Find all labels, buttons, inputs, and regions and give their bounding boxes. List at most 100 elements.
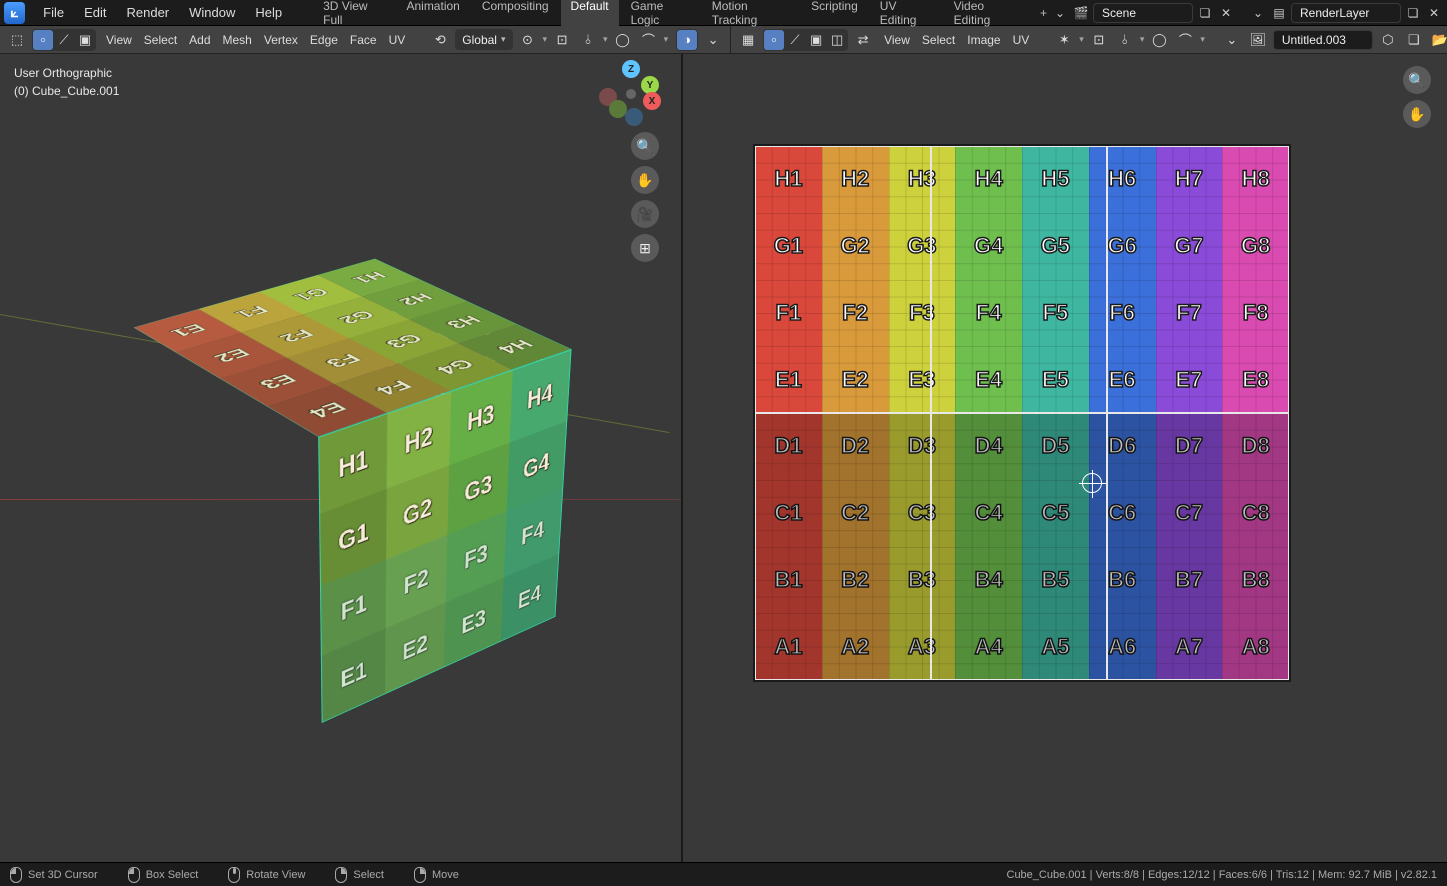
image-icon: 🖼: [1247, 29, 1269, 51]
pivot-icon[interactable]: ⊙: [517, 29, 539, 51]
menu-render[interactable]: Render: [116, 2, 179, 23]
uv-menu-view[interactable]: View: [878, 31, 916, 49]
tool-header-row: ⬚ ▫ ⟋ ▣ ViewSelectAddMeshVertexEdgeFaceU…: [0, 26, 1447, 54]
uv-cell: C3: [889, 480, 956, 547]
uv-cell: E1: [755, 346, 822, 413]
snap-icon[interactable]: ⊡: [551, 29, 573, 51]
layer-delete-icon[interactable]: ✕: [1425, 4, 1443, 22]
menu-help[interactable]: Help: [245, 2, 292, 23]
vp-menu-vertex[interactable]: Vertex: [258, 31, 304, 49]
image-browse-icon[interactable]: ⌄: [1221, 29, 1243, 51]
layer-new-icon[interactable]: ❏: [1404, 4, 1422, 22]
vp-menu-add[interactable]: Add: [183, 31, 216, 49]
scene-new-icon[interactable]: ❏: [1196, 4, 1214, 22]
mode-select-cluster[interactable]: ▫ ⟋ ▣: [32, 29, 96, 51]
uv-face-mode-icon[interactable]: ▣: [806, 30, 826, 50]
uv-editor-header: ▦ ▫ ⟋ ▣ ◫ ⇄ ViewSelectImageUV ✶▾ ⊡ ⫰▾ ◯ …: [731, 26, 1447, 53]
uv-editor-type-icon[interactable]: ▦: [737, 29, 759, 51]
blender-logo-icon[interactable]: ⟀: [4, 2, 25, 24]
viewport-projection-label: User Orthographic: [14, 64, 119, 82]
proportional-falloff-icon[interactable]: ⌒: [638, 29, 660, 51]
uv-snap-icon[interactable]: ⊡: [1088, 29, 1110, 51]
uv-sync-icon[interactable]: ⇄: [852, 29, 874, 51]
edge-mode-icon[interactable]: ⟋: [54, 30, 74, 50]
uv-cell: G7: [1156, 213, 1223, 280]
mouse-icon: [128, 867, 140, 883]
uv-pan-button[interactable]: ✋: [1403, 100, 1431, 128]
face-mode-icon[interactable]: ▣: [75, 30, 95, 50]
uv-cell: H6: [1089, 146, 1156, 213]
gizmo-z-axis[interactable]: Z: [622, 60, 640, 78]
uv-texture-grid[interactable]: H1H2H3H4H5H6H7H8G1G2G3G4G5G6G7G8F1F2F3F4…: [753, 144, 1291, 682]
vertex-mode-icon[interactable]: ▫: [33, 30, 53, 50]
uv-cell: B3: [889, 547, 956, 614]
proportional-icon[interactable]: ◯: [612, 29, 634, 51]
uv-menu-select[interactable]: Select: [916, 31, 961, 49]
mouse-icon: [10, 867, 22, 883]
vp-menu-edge[interactable]: Edge: [304, 31, 344, 49]
gizmo-x-axis[interactable]: X: [643, 92, 661, 110]
image-pin-icon[interactable]: ⬡: [1377, 29, 1399, 51]
image-name-field[interactable]: [1273, 30, 1373, 50]
uv-cell: B7: [1156, 547, 1223, 614]
render-layer-field[interactable]: [1291, 3, 1401, 23]
overlay-toggle-icon[interactable]: ◑: [677, 30, 697, 50]
uv-float-buttons: 🔍 ✋: [1403, 66, 1431, 128]
menu-file[interactable]: File: [33, 2, 74, 23]
mouse-icon: [414, 867, 426, 883]
uv-cursor-icon[interactable]: [1082, 473, 1102, 493]
scene-name-field[interactable]: [1093, 3, 1193, 23]
uv-snap-target-icon[interactable]: ⫰: [1114, 29, 1136, 51]
transform-orientation-dropdown[interactable]: Global▾: [455, 29, 512, 50]
uv-editor[interactable]: 🔍 ✋ H1H2H3H4H5H6H7H8G1G2G3G4G5G6G7G8F1F2…: [683, 54, 1447, 862]
snap-target-icon[interactable]: ⫰: [577, 29, 599, 51]
uv-vert-mode-icon[interactable]: ▫: [764, 30, 784, 50]
vp-menu-face[interactable]: Face: [344, 31, 383, 49]
gizmo-neg-z[interactable]: [625, 108, 643, 126]
uv-menu-image[interactable]: Image: [961, 31, 1006, 49]
uv-cell: A5: [1022, 613, 1089, 680]
uv-edge-mode-icon[interactable]: ⟋: [785, 30, 805, 50]
uv-cell: B2: [822, 547, 889, 614]
vp-menu-view[interactable]: View: [100, 31, 138, 49]
uv-cell: C1: [755, 480, 822, 547]
uv-cell: B1: [755, 547, 822, 614]
image-open-icon[interactable]: 📂: [1429, 29, 1447, 51]
uv-cell: H2: [822, 146, 889, 213]
cube-object[interactable]: E1F1G1H1E2F2G2H2E3F3G3H3E4F4G4H4 H1H2H3H…: [80, 176, 640, 776]
uv-island-mode-icon[interactable]: ◫: [827, 30, 847, 50]
vp-menu-uv[interactable]: UV: [383, 31, 412, 49]
uv-pivot-icon[interactable]: ✶: [1053, 29, 1075, 51]
mouse-icon: [335, 867, 347, 883]
uv-cell: G3: [889, 213, 956, 280]
add-workspace-button[interactable]: +: [1030, 2, 1050, 24]
uv-cell: G2: [822, 213, 889, 280]
status-hint-label: Set 3D Cursor: [28, 869, 98, 881]
image-new-icon[interactable]: ❏: [1403, 29, 1425, 51]
vp-menu-mesh[interactable]: Mesh: [217, 31, 258, 49]
status-hint: Rotate View: [228, 867, 305, 883]
scene-browse-icon[interactable]: ⌄: [1051, 4, 1069, 22]
uv-cell: B8: [1222, 547, 1289, 614]
vp-menu-select[interactable]: Select: [138, 31, 183, 49]
uv-zoom-button[interactable]: 🔍: [1403, 66, 1431, 94]
orientation-icon[interactable]: ⟲: [429, 29, 451, 51]
3d-viewport[interactable]: User Orthographic (0) Cube_Cube.001 Z Y …: [0, 54, 683, 862]
status-stats: Cube_Cube.001 | Verts:8/8 | Edges:12/12 …: [1007, 869, 1438, 881]
menu-edit[interactable]: Edit: [74, 2, 116, 23]
scene-delete-icon[interactable]: ✕: [1217, 4, 1235, 22]
layer-browse-icon[interactable]: ⌄: [1249, 4, 1267, 22]
uv-cell: D6: [1089, 413, 1156, 480]
menu-window[interactable]: Window: [179, 2, 245, 23]
uv-proportional-icon[interactable]: ◯: [1148, 29, 1170, 51]
uv-cell: D4: [955, 413, 1022, 480]
uv-falloff-icon[interactable]: ⌒: [1174, 29, 1196, 51]
uv-cell: D7: [1156, 413, 1223, 480]
uv-cell: H3: [889, 146, 956, 213]
navigation-gizmo[interactable]: Z Y X: [603, 66, 659, 122]
overlay-menu-icon[interactable]: ⌄: [702, 29, 724, 51]
editor-type-icon[interactable]: ⬚: [6, 29, 28, 51]
uv-cell: E2: [822, 346, 889, 413]
zoom-button[interactable]: 🔍: [631, 132, 659, 160]
uv-menu-uv[interactable]: UV: [1007, 31, 1036, 49]
